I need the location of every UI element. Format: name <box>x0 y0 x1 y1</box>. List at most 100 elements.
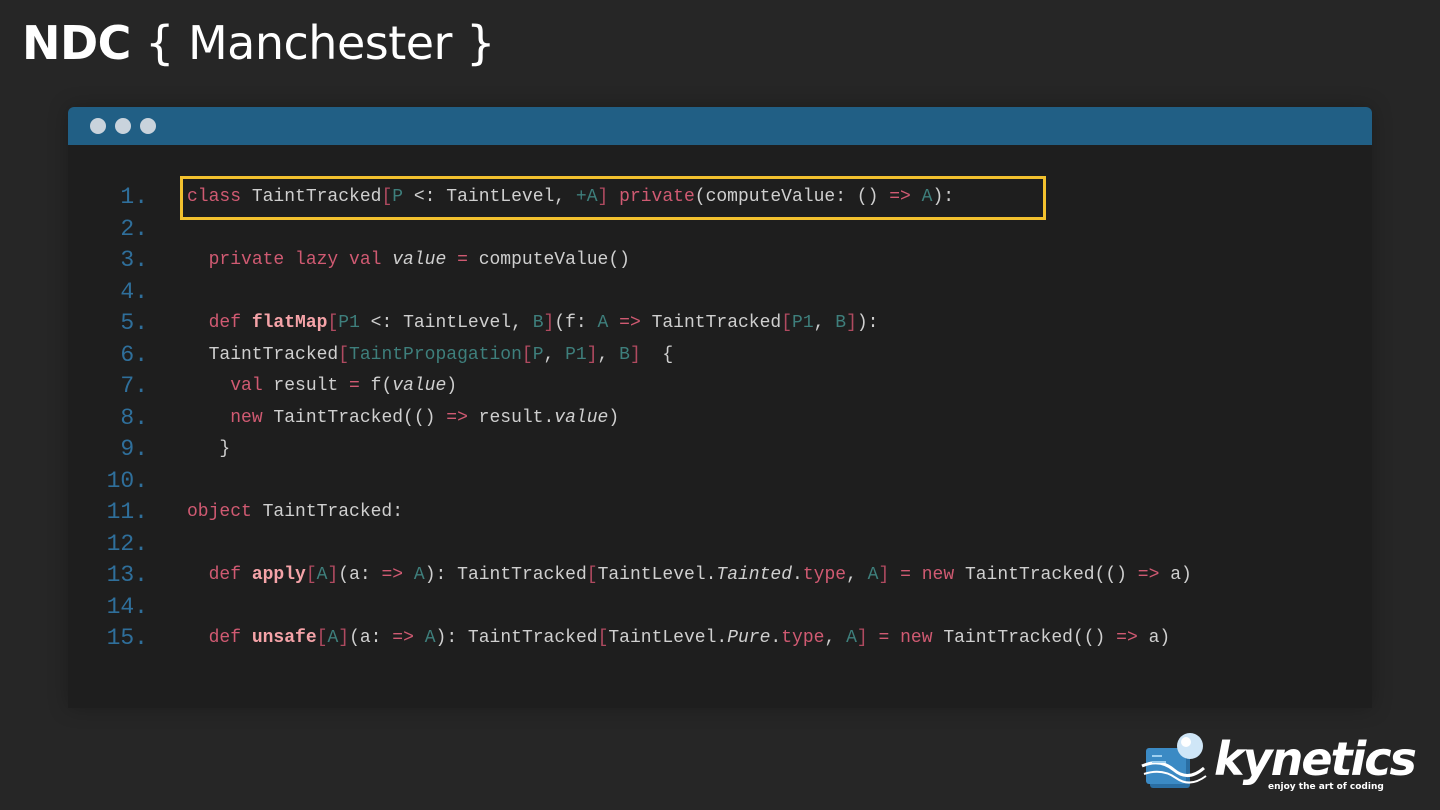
code-token: [ <box>305 565 317 585</box>
code-token: { <box>640 344 674 365</box>
logo-tagline: enjoy the art of coding <box>1268 782 1384 792</box>
code-token: A <box>316 565 328 585</box>
code-token: new <box>900 628 933 648</box>
code-token: Tainted <box>716 565 793 585</box>
code-line: 7. val result = f(value) <box>68 371 1372 403</box>
window-dot-close-icon[interactable] <box>90 118 106 134</box>
line-number: 9. <box>120 436 148 462</box>
code-text: def unsafe[A](a: => A): TaintTracked[Tai… <box>187 623 1171 655</box>
code-token: ] <box>878 565 890 585</box>
brand-ndc: NDC <box>22 16 131 70</box>
line-number: 7. <box>120 373 148 399</box>
code-window: 1. class TaintTracked[P <: TaintLevel, +A… <box>68 107 1372 708</box>
code-text: class TaintTracked[P <: TaintLevel, +A] … <box>187 182 954 214</box>
code-token: result <box>262 376 350 396</box>
code-token: TaintTracked: <box>251 502 404 522</box>
code-token: ] <box>543 313 555 333</box>
window-dot-maximize-icon[interactable] <box>140 118 156 134</box>
conference-title: NDC { Manchester } <box>22 14 495 72</box>
code-token: ): TaintTracked <box>424 565 587 585</box>
code-token: [ <box>781 313 793 333</box>
code-token: (a: <box>349 628 393 648</box>
code-token: ): <box>932 187 955 207</box>
code-token: P <box>392 187 404 207</box>
code-token: B <box>835 313 847 333</box>
code-text: private lazy val value = computeValue() <box>187 245 630 277</box>
code-token: => <box>381 565 404 585</box>
line-number: 15. <box>106 625 148 651</box>
line-number: 1. <box>120 184 148 210</box>
code-line: 6. TaintTracked[TaintPropagation[P, P1],… <box>68 340 1372 372</box>
code-token: val <box>230 376 263 396</box>
code-line: 4. <box>68 277 1372 309</box>
code-token: +A <box>575 187 598 207</box>
code-token: => <box>392 628 414 648</box>
code-token: P <box>532 344 544 365</box>
code-token: P1 <box>565 344 587 365</box>
code-token: type <box>781 628 825 648</box>
code-token: TaintPropagation <box>349 344 522 365</box>
line-number: 13. <box>106 562 148 588</box>
code-token: (a: <box>338 565 382 585</box>
code-token: TaintTracked <box>187 344 339 365</box>
code-token: [ <box>597 628 609 648</box>
code-token: = <box>457 250 468 270</box>
code-token: flatMap <box>251 313 328 333</box>
code-token: value <box>392 250 447 270</box>
brand-city: { Manchester } <box>145 16 495 70</box>
code-token: ): <box>856 313 879 333</box>
code-token: f( <box>359 376 393 396</box>
code-token: ] <box>586 344 598 365</box>
code-token: new <box>230 407 263 428</box>
code-token: TaintTracked(() <box>954 565 1138 585</box>
code-token: = <box>900 565 911 585</box>
line-number: 4. <box>120 278 148 305</box>
code-token: , <box>813 313 836 333</box>
code-line: 9. } <box>68 434 1372 466</box>
kynetics-logo: kynetics enjoy the art of coding <box>1140 732 1420 794</box>
code-text: def apply[A](a: => A): TaintTracked[Tain… <box>187 560 1192 592</box>
line-number: 6. <box>120 341 148 368</box>
line-number: 2. <box>120 215 148 242</box>
code-token: ] <box>338 628 350 648</box>
code-token: value <box>554 407 609 428</box>
code-token: a) <box>1137 628 1171 648</box>
code-token: B <box>532 313 544 333</box>
code-token: private <box>619 187 695 207</box>
code-line: 14. <box>68 592 1372 624</box>
code-token: B <box>619 344 630 365</box>
code-token: ) <box>608 407 620 428</box>
kynetics-logo-icon <box>1141 733 1207 788</box>
line-number: 14. <box>106 593 148 620</box>
window-dot-minimize-icon[interactable] <box>115 118 131 134</box>
code-token: new <box>921 565 955 585</box>
code-token: ] <box>629 344 641 365</box>
line-number: 10. <box>106 467 148 494</box>
code-token: object <box>187 502 252 522</box>
code-token: P1 <box>338 313 360 333</box>
code-token: => <box>1116 628 1138 648</box>
code-token: ) <box>446 376 458 396</box>
code-token: ] <box>327 565 339 585</box>
code-token: A <box>921 187 933 207</box>
code-line: 15. def unsafe[A](a: => A): TaintTracked… <box>68 623 1372 655</box>
code-token: Pure <box>727 628 771 648</box>
code-text: new TaintTracked(() => result.value) <box>187 403 619 435</box>
code-token: [ <box>327 313 339 333</box>
code-line: 10. <box>68 466 1372 498</box>
code-token: ] <box>856 628 868 648</box>
line-number: 12. <box>106 530 148 557</box>
code-token: TaintTracked(() <box>932 628 1117 648</box>
code-token: [ <box>586 565 598 585</box>
